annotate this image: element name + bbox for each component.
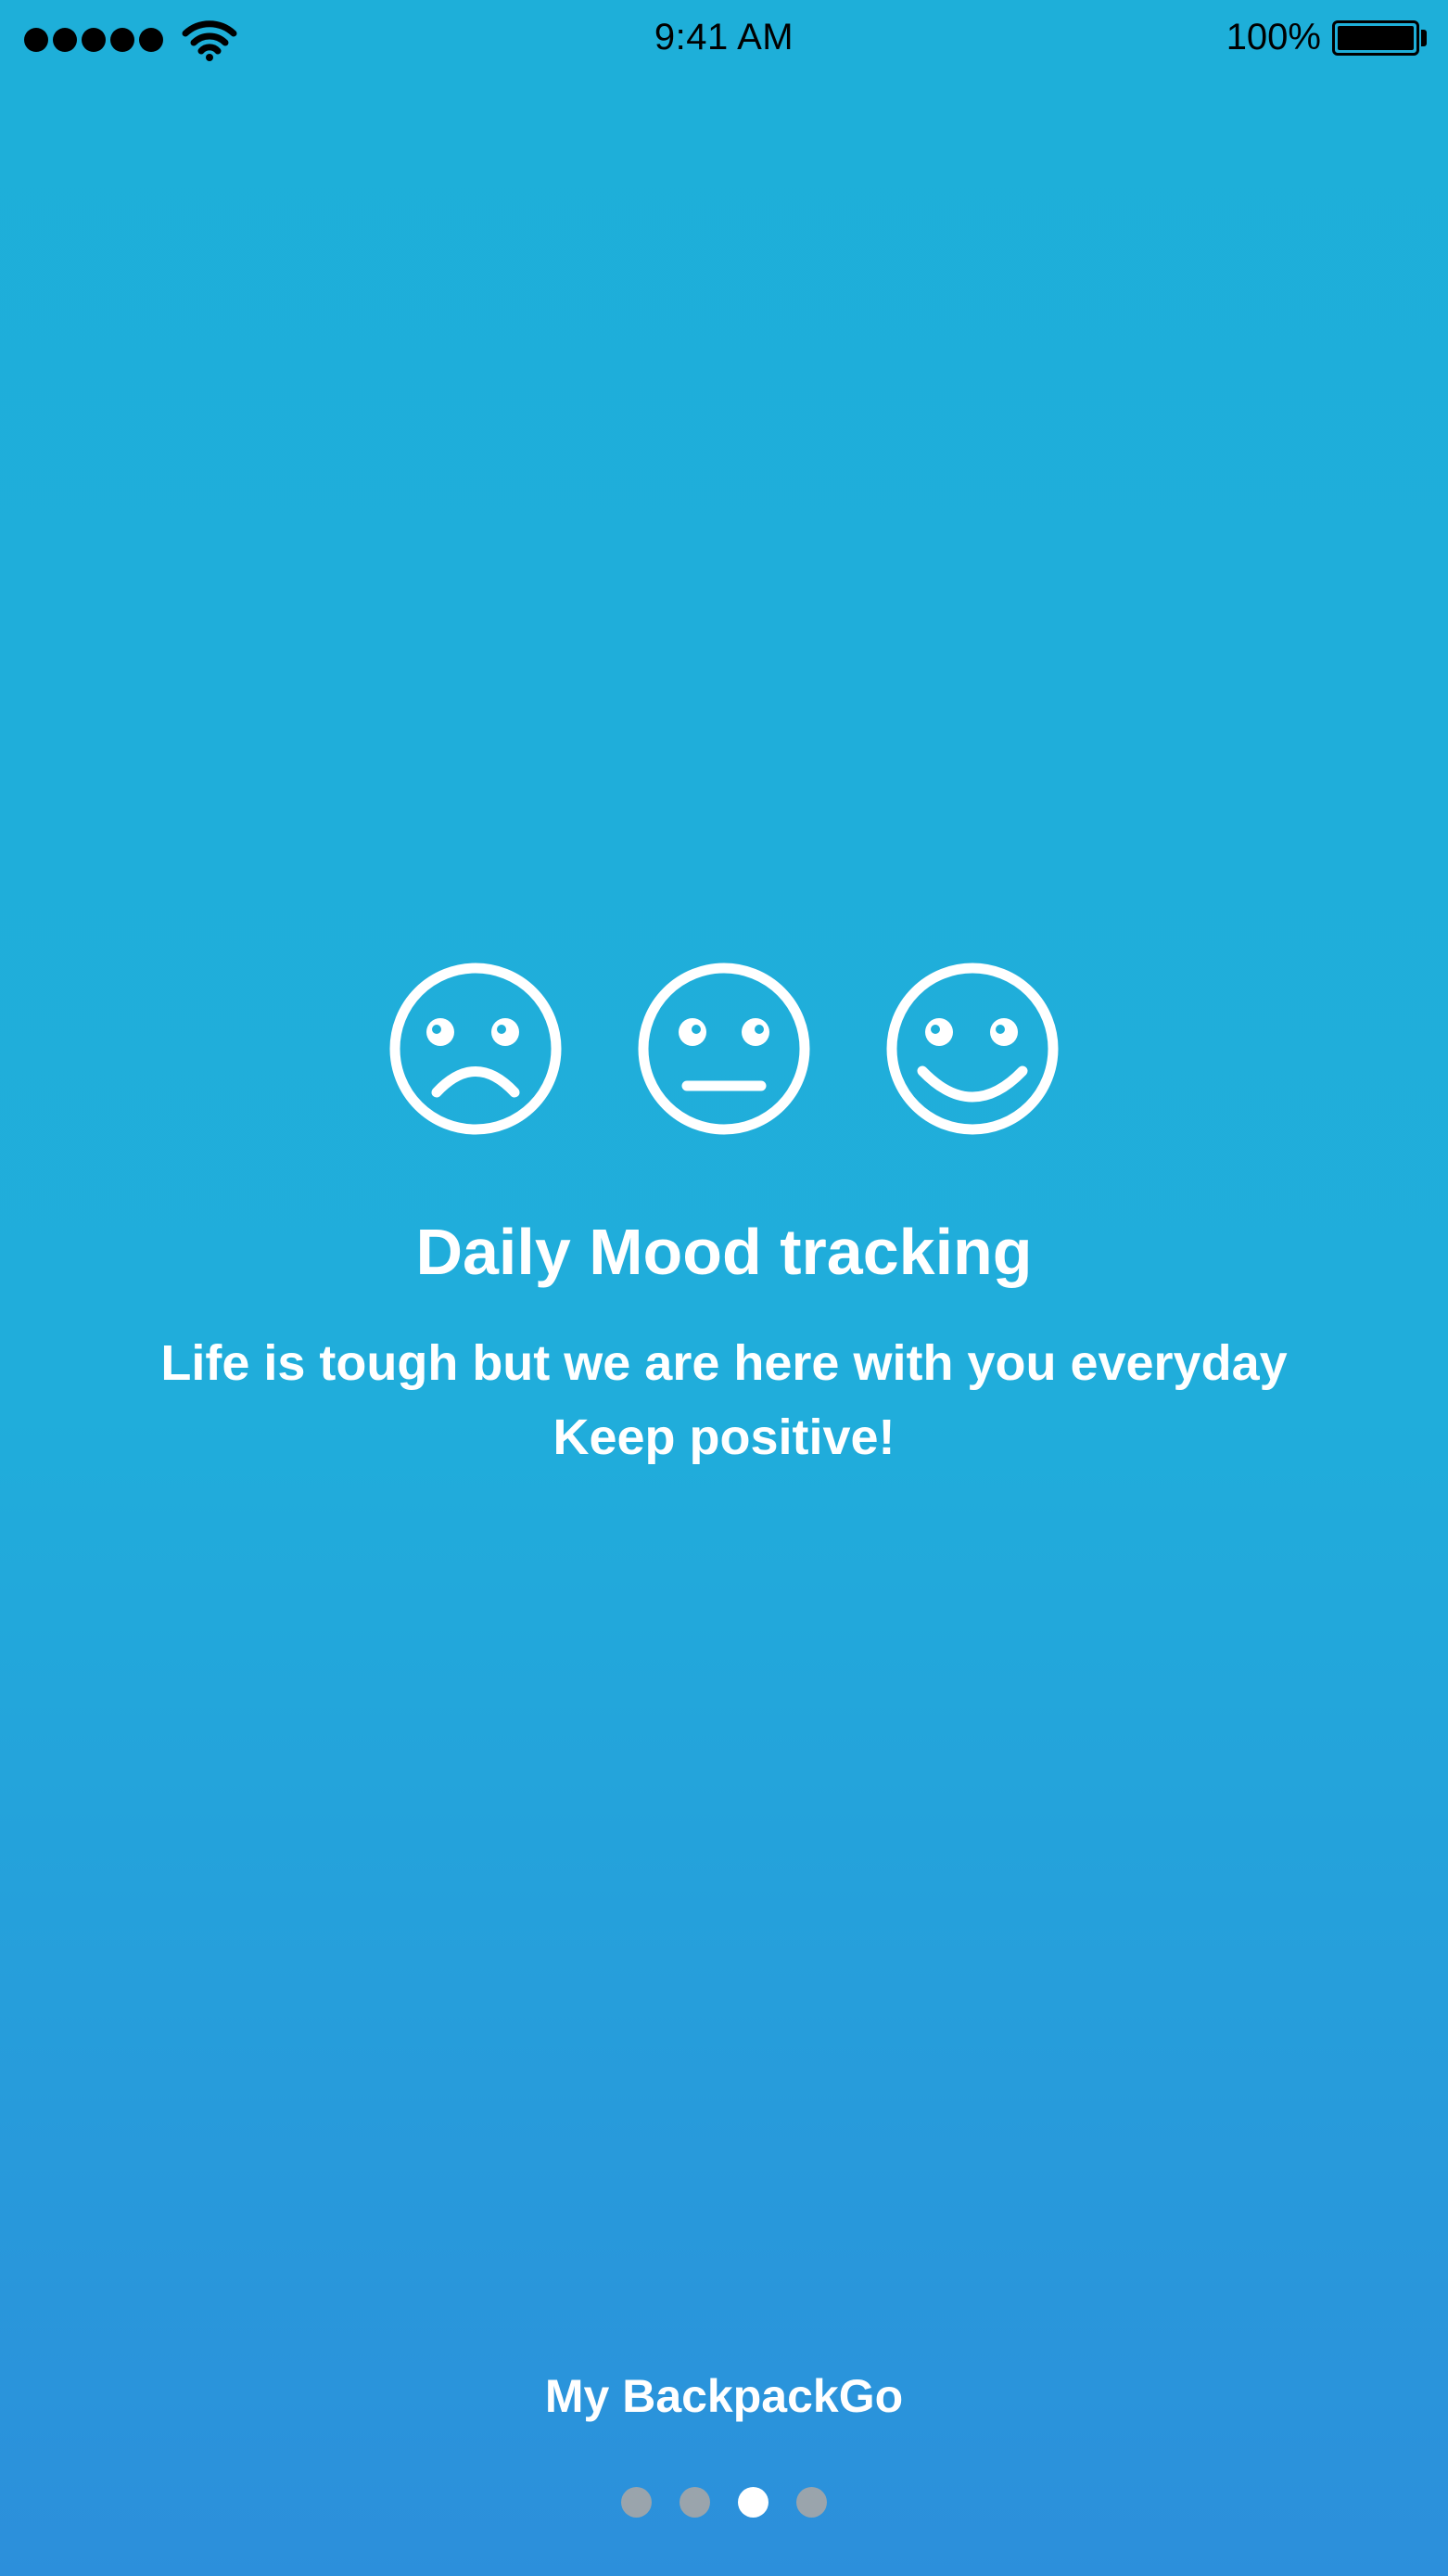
pager-dot[interactable] [796,2487,827,2518]
page-indicator[interactable] [0,2487,1448,2518]
happy-face-icon [886,963,1059,1135]
sad-face-icon [389,963,562,1135]
neutral-face-icon [638,963,810,1135]
subtitle-line-2: Keep positive! [553,1409,895,1465]
battery-percentage: 100% [1226,17,1321,57]
pager-dot[interactable] [621,2487,652,2518]
mood-icons-row [0,960,1448,1138]
pager-dot-active[interactable] [738,2487,768,2518]
status-bar: 9:41 AM 100% [0,0,1448,74]
pager-dot[interactable] [680,2487,710,2518]
onboarding-screen: 9:41 AM 100% Daily Mood tracking Life is… [0,0,1448,2576]
battery-cap [1421,30,1427,46]
battery-icon [1332,20,1419,56]
subtitle-line-1: Life is tough but we are here with you e… [160,1335,1288,1391]
onboarding-title: Daily Mood tracking [415,1216,1033,1288]
onboarding-subtitle: Life is tough but we are here with you e… [0,1326,1448,1474]
brand-name: My BackpackGo [544,2370,904,2422]
battery-fill [1338,26,1414,50]
